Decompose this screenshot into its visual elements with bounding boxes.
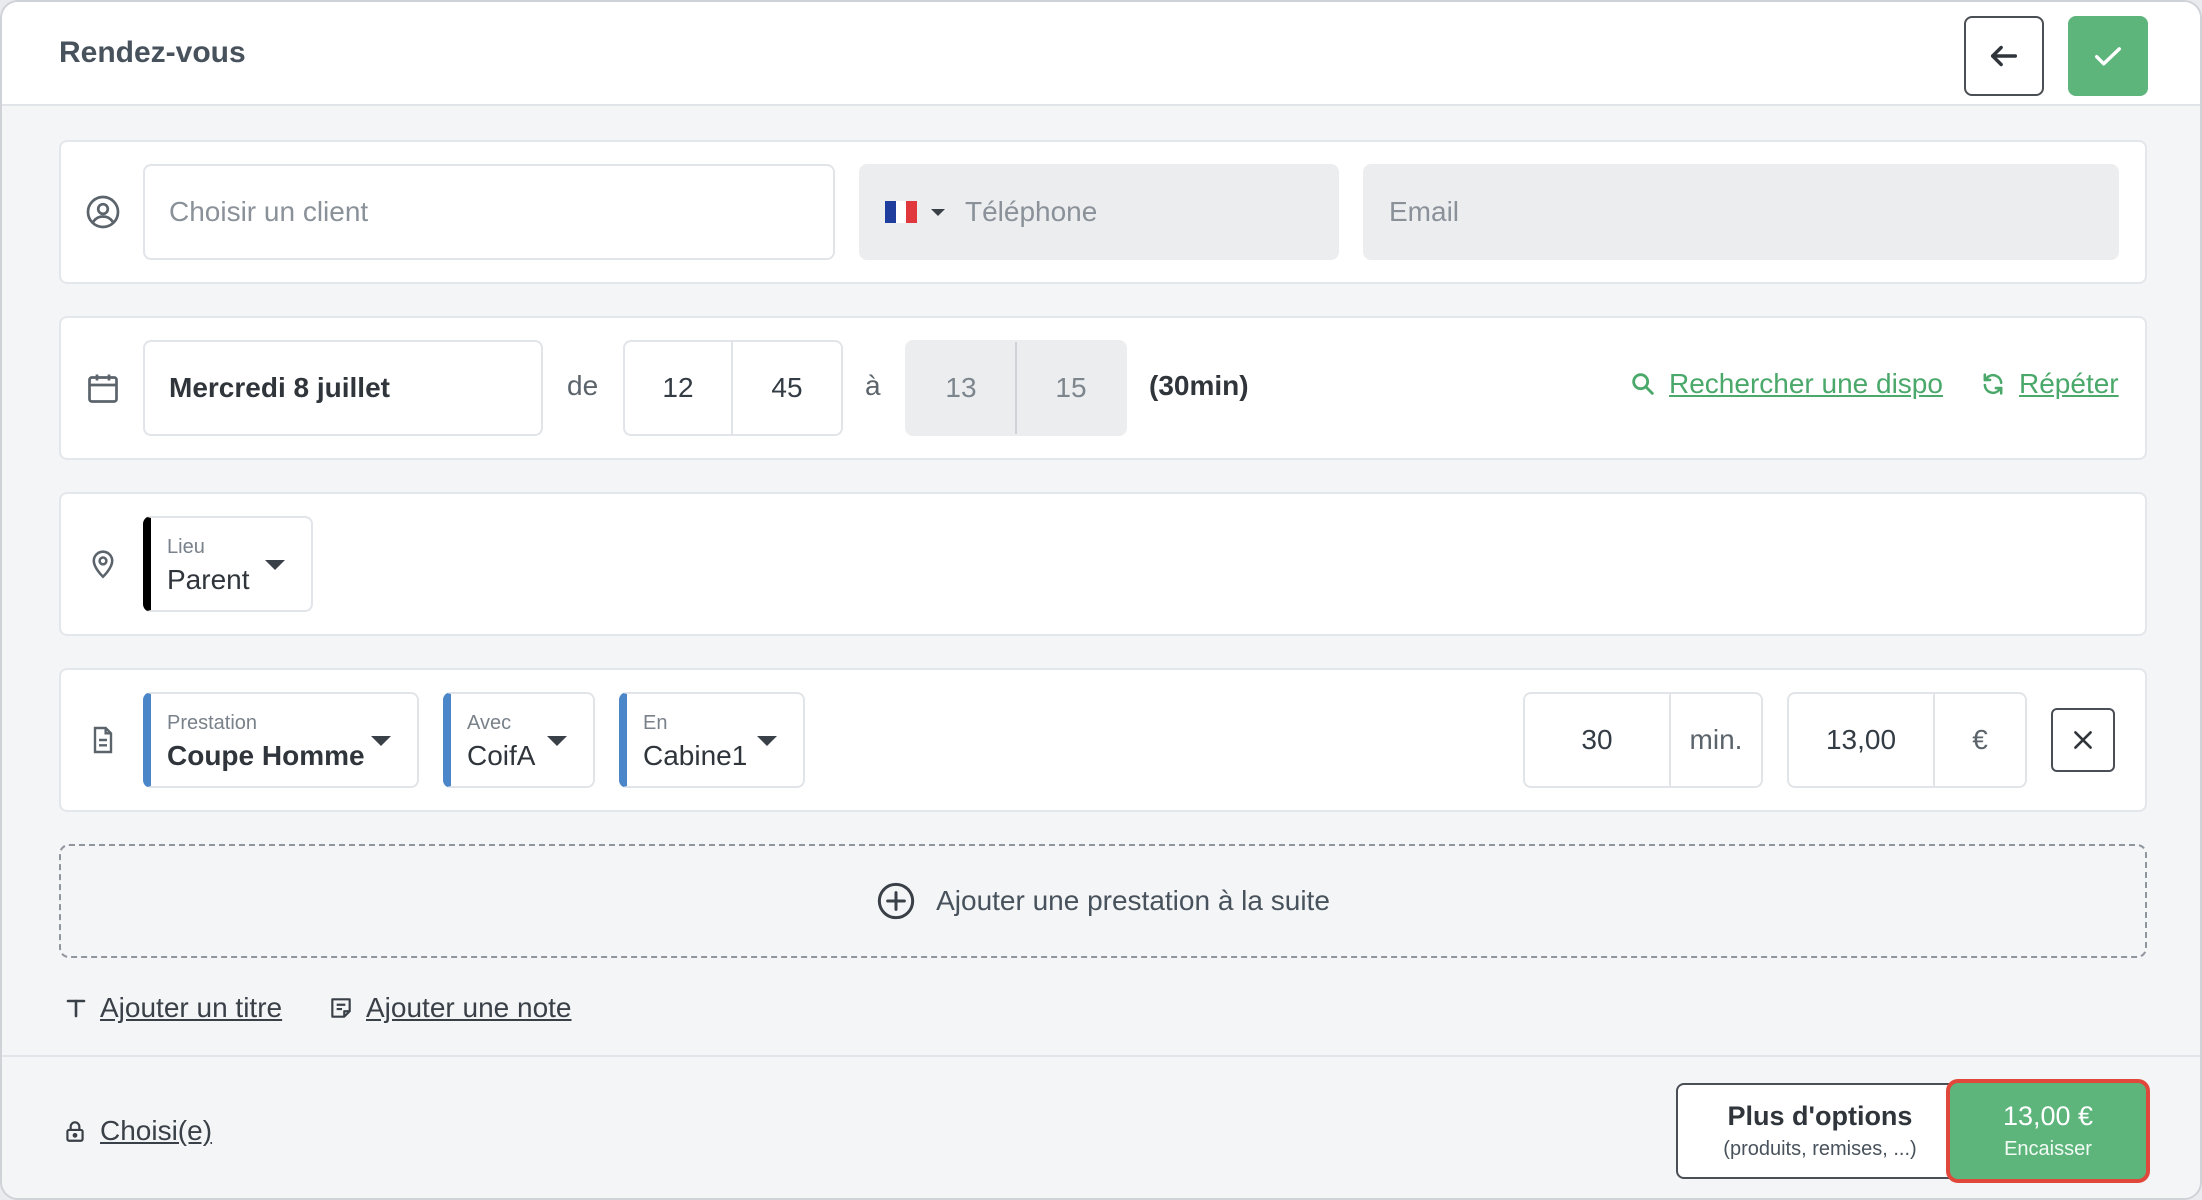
remove-service-button[interactable]: [2051, 708, 2115, 772]
chevron-down-icon: [547, 736, 567, 746]
more-options-button[interactable]: Plus d'options (produits, remises, ...): [1676, 1083, 1964, 1179]
start-time: 12 45: [623, 340, 843, 436]
duration-input[interactable]: 30: [1525, 694, 1671, 786]
from-label: de: [567, 370, 599, 401]
document-icon: [83, 720, 123, 760]
appointment-modal: Rendez-vous Choisir un client Téléphone …: [0, 0, 2202, 1200]
modal-footer: Choisi(e) Plus d'options (produits, remi…: [2, 1055, 2200, 1198]
schedule-card: Mercredi 8 juillet de 12 45 à 13 15 (30m…: [59, 316, 2147, 460]
checkout-button[interactable]: 13,00 € Encaisser: [1946, 1079, 2150, 1183]
page-title: Rendez-vous: [59, 36, 246, 69]
chevron-down-icon: [757, 736, 777, 746]
check-icon: [2094, 47, 2122, 66]
country-caret-icon[interactable]: [931, 208, 945, 216]
user-circle-icon: [83, 192, 123, 232]
client-input[interactable]: Choisir un client: [143, 164, 835, 260]
price-input[interactable]: 13,00: [1789, 694, 1935, 786]
repeat-link[interactable]: Répéter: [1979, 368, 2119, 400]
end-time: 13 15: [905, 340, 1127, 436]
to-label: à: [865, 370, 881, 401]
flag-fr-icon[interactable]: [885, 201, 918, 223]
client-card: Choisir un client Téléphone Email: [59, 140, 2147, 284]
duration-text: (30min): [1149, 370, 1249, 401]
confirm-button[interactable]: [2068, 16, 2148, 96]
chevron-down-icon: [371, 736, 391, 746]
phone-field[interactable]: Téléphone: [859, 164, 1339, 260]
duration-unit: min.: [1689, 724, 1743, 755]
text-icon: [66, 999, 86, 1018]
currency-unit: €: [1972, 724, 1988, 755]
back-button[interactable]: [1964, 16, 2044, 96]
add-note-link[interactable]: Ajouter une note: [328, 992, 572, 1024]
location-select[interactable]: Lieu Parent: [143, 516, 313, 612]
modal-header: Rendez-vous: [2, 2, 2200, 106]
employee-select[interactable]: Avec CoifA: [443, 692, 595, 788]
start-hour-input[interactable]: 12: [625, 342, 733, 434]
start-minute-input[interactable]: 45: [733, 342, 841, 434]
location-pin-icon: [83, 544, 123, 584]
email-field[interactable]: Email: [1363, 164, 2119, 260]
chevron-down-icon: [265, 560, 285, 570]
add-title-link[interactable]: Ajouter un titre: [64, 992, 282, 1024]
refresh-icon: [1983, 373, 2003, 395]
duration-field: 30 min.: [1523, 692, 1763, 788]
search-availability-link[interactable]: Rechercher une dispo: [1629, 368, 1943, 400]
plus-circle-icon: [877, 882, 915, 920]
lock-icon: [66, 1121, 84, 1142]
end-hour-value: 13: [907, 342, 1017, 434]
note-icon: [331, 998, 351, 1018]
calendar-icon: [83, 368, 123, 408]
date-field[interactable]: Mercredi 8 juillet: [143, 340, 543, 436]
service-card: Prestation Coupe Homme Avec CoifA En Cab…: [59, 668, 2147, 812]
room-select[interactable]: En Cabine1: [619, 692, 805, 788]
arrow-left-icon: [1990, 45, 2018, 67]
location-card: Lieu Parent: [59, 492, 2147, 636]
add-service-button[interactable]: Ajouter une prestation à la suite: [59, 844, 2147, 958]
search-icon: [1632, 373, 1654, 395]
close-icon: [2074, 731, 2092, 749]
prestation-select[interactable]: Prestation Coupe Homme: [143, 692, 419, 788]
end-minute-value: 15: [1055, 372, 1087, 403]
privacy-link[interactable]: Choisi(e): [62, 1115, 212, 1147]
price-field: 13,00 €: [1787, 692, 2027, 788]
